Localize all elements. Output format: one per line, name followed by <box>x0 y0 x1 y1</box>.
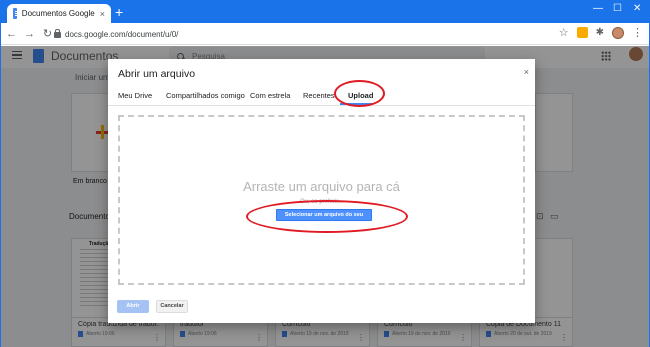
file-drop-zone[interactable]: Arraste um arquivo para cá Ou, se prefer… <box>118 115 525 285</box>
tab-upload[interactable]: Upload <box>348 91 373 100</box>
cancel-button[interactable]: Cancelar <box>156 300 188 313</box>
tab-starred[interactable]: Com estrela <box>250 91 290 100</box>
address-bar[interactable]: docs.google.com/document/u/0/ <box>54 26 591 42</box>
close-dialog-icon[interactable]: × <box>524 67 529 77</box>
forward-button[interactable]: → <box>22 28 37 40</box>
maximize-button[interactable]: ☐ <box>613 3 622 14</box>
extension-icon[interactable] <box>576 27 588 38</box>
minimize-button[interactable]: — <box>593 3 603 14</box>
open-file-dialog: Abrir um arquivo × Meu Drive Compartilha… <box>108 59 535 323</box>
extensions-puzzle-icon[interactable]: ✱ <box>596 27 604 38</box>
reload-button[interactable]: ↻ <box>40 27 55 40</box>
browser-tab[interactable]: Documentos Google × <box>7 4 111 23</box>
or-text: Ou, se preferir... <box>299 199 344 205</box>
drag-instruction: Arraste um arquivo para cá <box>243 179 400 194</box>
open-button[interactable]: Abrir <box>117 300 149 313</box>
lock-icon <box>54 29 61 38</box>
url-text: docs.google.com/document/u/0/ <box>65 29 179 39</box>
profile-avatar[interactable] <box>612 26 624 39</box>
dialog-tabs: Meu Drive Compartilhados comigo Com estr… <box>108 83 535 106</box>
close-window-button[interactable]: ✕ <box>633 3 641 14</box>
new-tab-button[interactable]: + <box>115 4 123 20</box>
select-file-button[interactable]: Selecionar um arquivo do seu dispositivo <box>276 209 372 228</box>
back-button[interactable]: ← <box>4 28 19 40</box>
dialog-title: Abrir um arquivo <box>118 68 196 80</box>
bookmark-star-icon[interactable]: ☆ <box>559 26 569 39</box>
tab-my-drive[interactable]: Meu Drive <box>118 91 152 100</box>
dialog-footer: Abrir Cancelar <box>108 291 535 323</box>
active-tab-indicator <box>340 103 372 105</box>
tab-title: Documentos Google <box>21 9 95 18</box>
docs-favicon-icon <box>13 8 20 19</box>
browser-toolbar: ← → ↻ docs.google.com/document/u/0/ ☆ ✱ … <box>1 23 649 45</box>
browser-menu-icon[interactable]: ⋮ <box>632 26 643 39</box>
browser-window: Documentos Google × + — ☐ ✕ ← → ↻ docs.g… <box>0 0 650 347</box>
close-tab-icon[interactable]: × <box>100 9 105 19</box>
tab-strip: Documentos Google × + — ☐ ✕ <box>1 1 649 23</box>
tab-shared-with-me[interactable]: Compartilhados comigo <box>166 91 245 100</box>
tab-recent[interactable]: Recentes <box>303 91 335 100</box>
